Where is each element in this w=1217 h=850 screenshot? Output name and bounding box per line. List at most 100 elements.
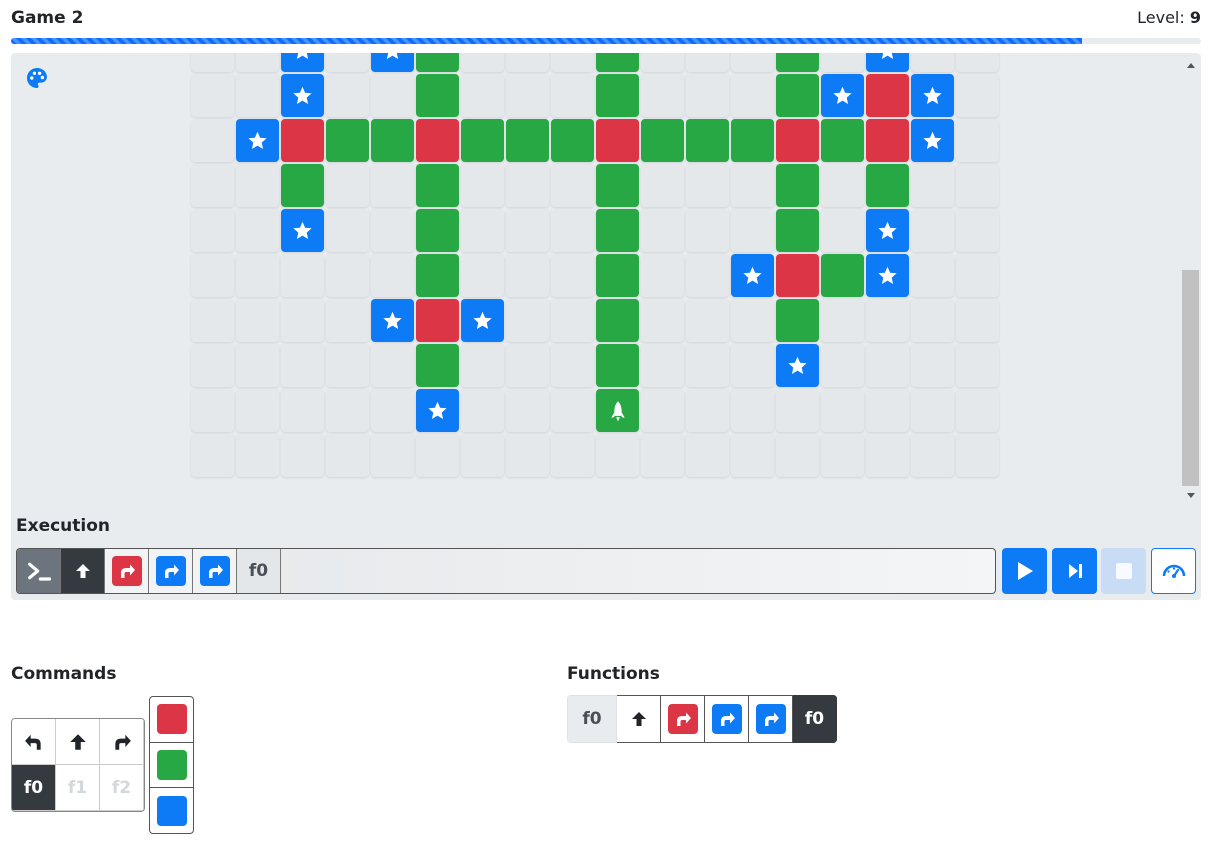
stop-button[interactable] bbox=[1101, 548, 1146, 594]
board-cell-empty bbox=[776, 434, 819, 477]
color-palette bbox=[149, 696, 194, 834]
board-cell-empty bbox=[641, 434, 684, 477]
board-cell-star bbox=[866, 53, 909, 72]
board-cell-green bbox=[551, 119, 594, 162]
board-cell-empty bbox=[686, 389, 729, 432]
turn-right-icon bbox=[720, 712, 735, 726]
board-cell-empty bbox=[911, 434, 954, 477]
board-cell-empty bbox=[461, 164, 504, 207]
board-cell-empty bbox=[281, 389, 324, 432]
board-scrollbar[interactable] bbox=[1181, 53, 1201, 506]
command-function-f1[interactable]: f1 bbox=[56, 765, 100, 811]
board-cell-empty bbox=[821, 209, 864, 252]
function-slot-turn-right-blue[interactable] bbox=[705, 695, 749, 743]
execution-step-forward bbox=[61, 549, 105, 593]
board-cell-star bbox=[911, 119, 954, 162]
board-cell-empty bbox=[371, 209, 414, 252]
command-arrow-up[interactable] bbox=[56, 719, 100, 765]
board-cell-empty bbox=[191, 74, 234, 117]
play-button[interactable] bbox=[1002, 548, 1047, 594]
turn-right-icon bbox=[114, 734, 131, 750]
turn-left-icon bbox=[24, 734, 41, 750]
command-turn-left[interactable] bbox=[12, 719, 56, 765]
board-cell-empty bbox=[191, 434, 234, 477]
board-cell-red bbox=[866, 74, 909, 117]
scroll-thumb[interactable] bbox=[1182, 270, 1199, 486]
board-cell-empty bbox=[686, 434, 729, 477]
function-label: f0 bbox=[567, 695, 617, 743]
board-cell-empty bbox=[191, 389, 234, 432]
level-value: 9 bbox=[1189, 8, 1201, 27]
command-function-f2[interactable]: f2 bbox=[100, 765, 144, 811]
board-cell-empty bbox=[371, 254, 414, 297]
board-cell-empty bbox=[506, 389, 549, 432]
star-icon bbox=[833, 86, 852, 105]
game-panel: Execution f0 bbox=[11, 53, 1201, 600]
step-button[interactable] bbox=[1052, 548, 1097, 594]
board-cell-empty bbox=[461, 389, 504, 432]
board-cell-empty bbox=[821, 53, 864, 72]
speed-button[interactable] bbox=[1151, 548, 1196, 594]
board-cell-empty bbox=[461, 53, 504, 72]
scroll-up-arrow-icon[interactable] bbox=[1187, 63, 1195, 68]
board-cell-empty bbox=[866, 389, 909, 432]
board-cell-red bbox=[866, 119, 909, 162]
board-cell-star bbox=[281, 209, 324, 252]
color-option-red[interactable] bbox=[150, 697, 193, 743]
board-cell-green bbox=[416, 344, 459, 387]
function-call-label: f0 bbox=[804, 709, 825, 729]
board-cell-green bbox=[416, 164, 459, 207]
board-cell-empty bbox=[956, 254, 999, 297]
board-cell-empty bbox=[506, 254, 549, 297]
board-cell-empty bbox=[461, 74, 504, 117]
color-option-green[interactable] bbox=[150, 743, 193, 789]
board-cell-star bbox=[821, 74, 864, 117]
board-cell-empty bbox=[641, 344, 684, 387]
board-cell-empty bbox=[236, 164, 279, 207]
board-cell-empty bbox=[281, 344, 324, 387]
execution-queue: f0 bbox=[16, 548, 996, 594]
board-cell-red bbox=[416, 299, 459, 342]
board-cell-green bbox=[416, 74, 459, 117]
board-cell-empty bbox=[281, 299, 324, 342]
board-cell-empty bbox=[821, 344, 864, 387]
board-cell-empty bbox=[326, 254, 369, 297]
board-cell-empty bbox=[731, 434, 774, 477]
board-cell-star bbox=[371, 299, 414, 342]
board-cell-green bbox=[596, 74, 639, 117]
board-cell-green bbox=[416, 209, 459, 252]
terminal-icon bbox=[27, 562, 51, 581]
turn-right-icon bbox=[676, 712, 691, 726]
board-viewport[interactable] bbox=[11, 53, 1201, 506]
command-function-f0[interactable]: f0 bbox=[12, 765, 56, 811]
execution-start bbox=[17, 549, 61, 593]
board-cell-empty bbox=[326, 53, 369, 72]
execution-step-turn-right-blue bbox=[193, 549, 237, 593]
board-cell-rocket bbox=[596, 389, 639, 432]
board-cell-empty bbox=[371, 74, 414, 117]
board-cell-empty bbox=[686, 53, 729, 72]
board-cell-empty bbox=[236, 299, 279, 342]
function-slot-turn-right-red[interactable] bbox=[661, 695, 705, 743]
board-cell-empty bbox=[506, 434, 549, 477]
board-cell-empty bbox=[506, 299, 549, 342]
board-cell-empty bbox=[641, 164, 684, 207]
color-option-blue[interactable] bbox=[150, 788, 193, 833]
board-cell-empty bbox=[956, 53, 999, 72]
function-slot-turn-right-blue[interactable] bbox=[749, 695, 793, 743]
board-cell-red bbox=[776, 119, 819, 162]
star-icon bbox=[293, 221, 312, 240]
board-cell-empty bbox=[236, 209, 279, 252]
play-icon bbox=[1017, 562, 1033, 580]
scroll-down-arrow-icon[interactable] bbox=[1187, 493, 1195, 498]
color-swatch bbox=[156, 750, 187, 780]
board-cell-empty bbox=[461, 254, 504, 297]
board-cell-empty bbox=[416, 434, 459, 477]
function-slot-forward[interactable] bbox=[617, 695, 661, 743]
level-indicator: Level: 9 bbox=[1137, 8, 1201, 27]
board-cell-empty bbox=[371, 164, 414, 207]
command-turn-right[interactable] bbox=[100, 719, 144, 765]
board-cell-empty bbox=[911, 344, 954, 387]
palette-icon[interactable] bbox=[25, 66, 49, 90]
function-slot-call[interactable]: f0 bbox=[793, 695, 837, 743]
